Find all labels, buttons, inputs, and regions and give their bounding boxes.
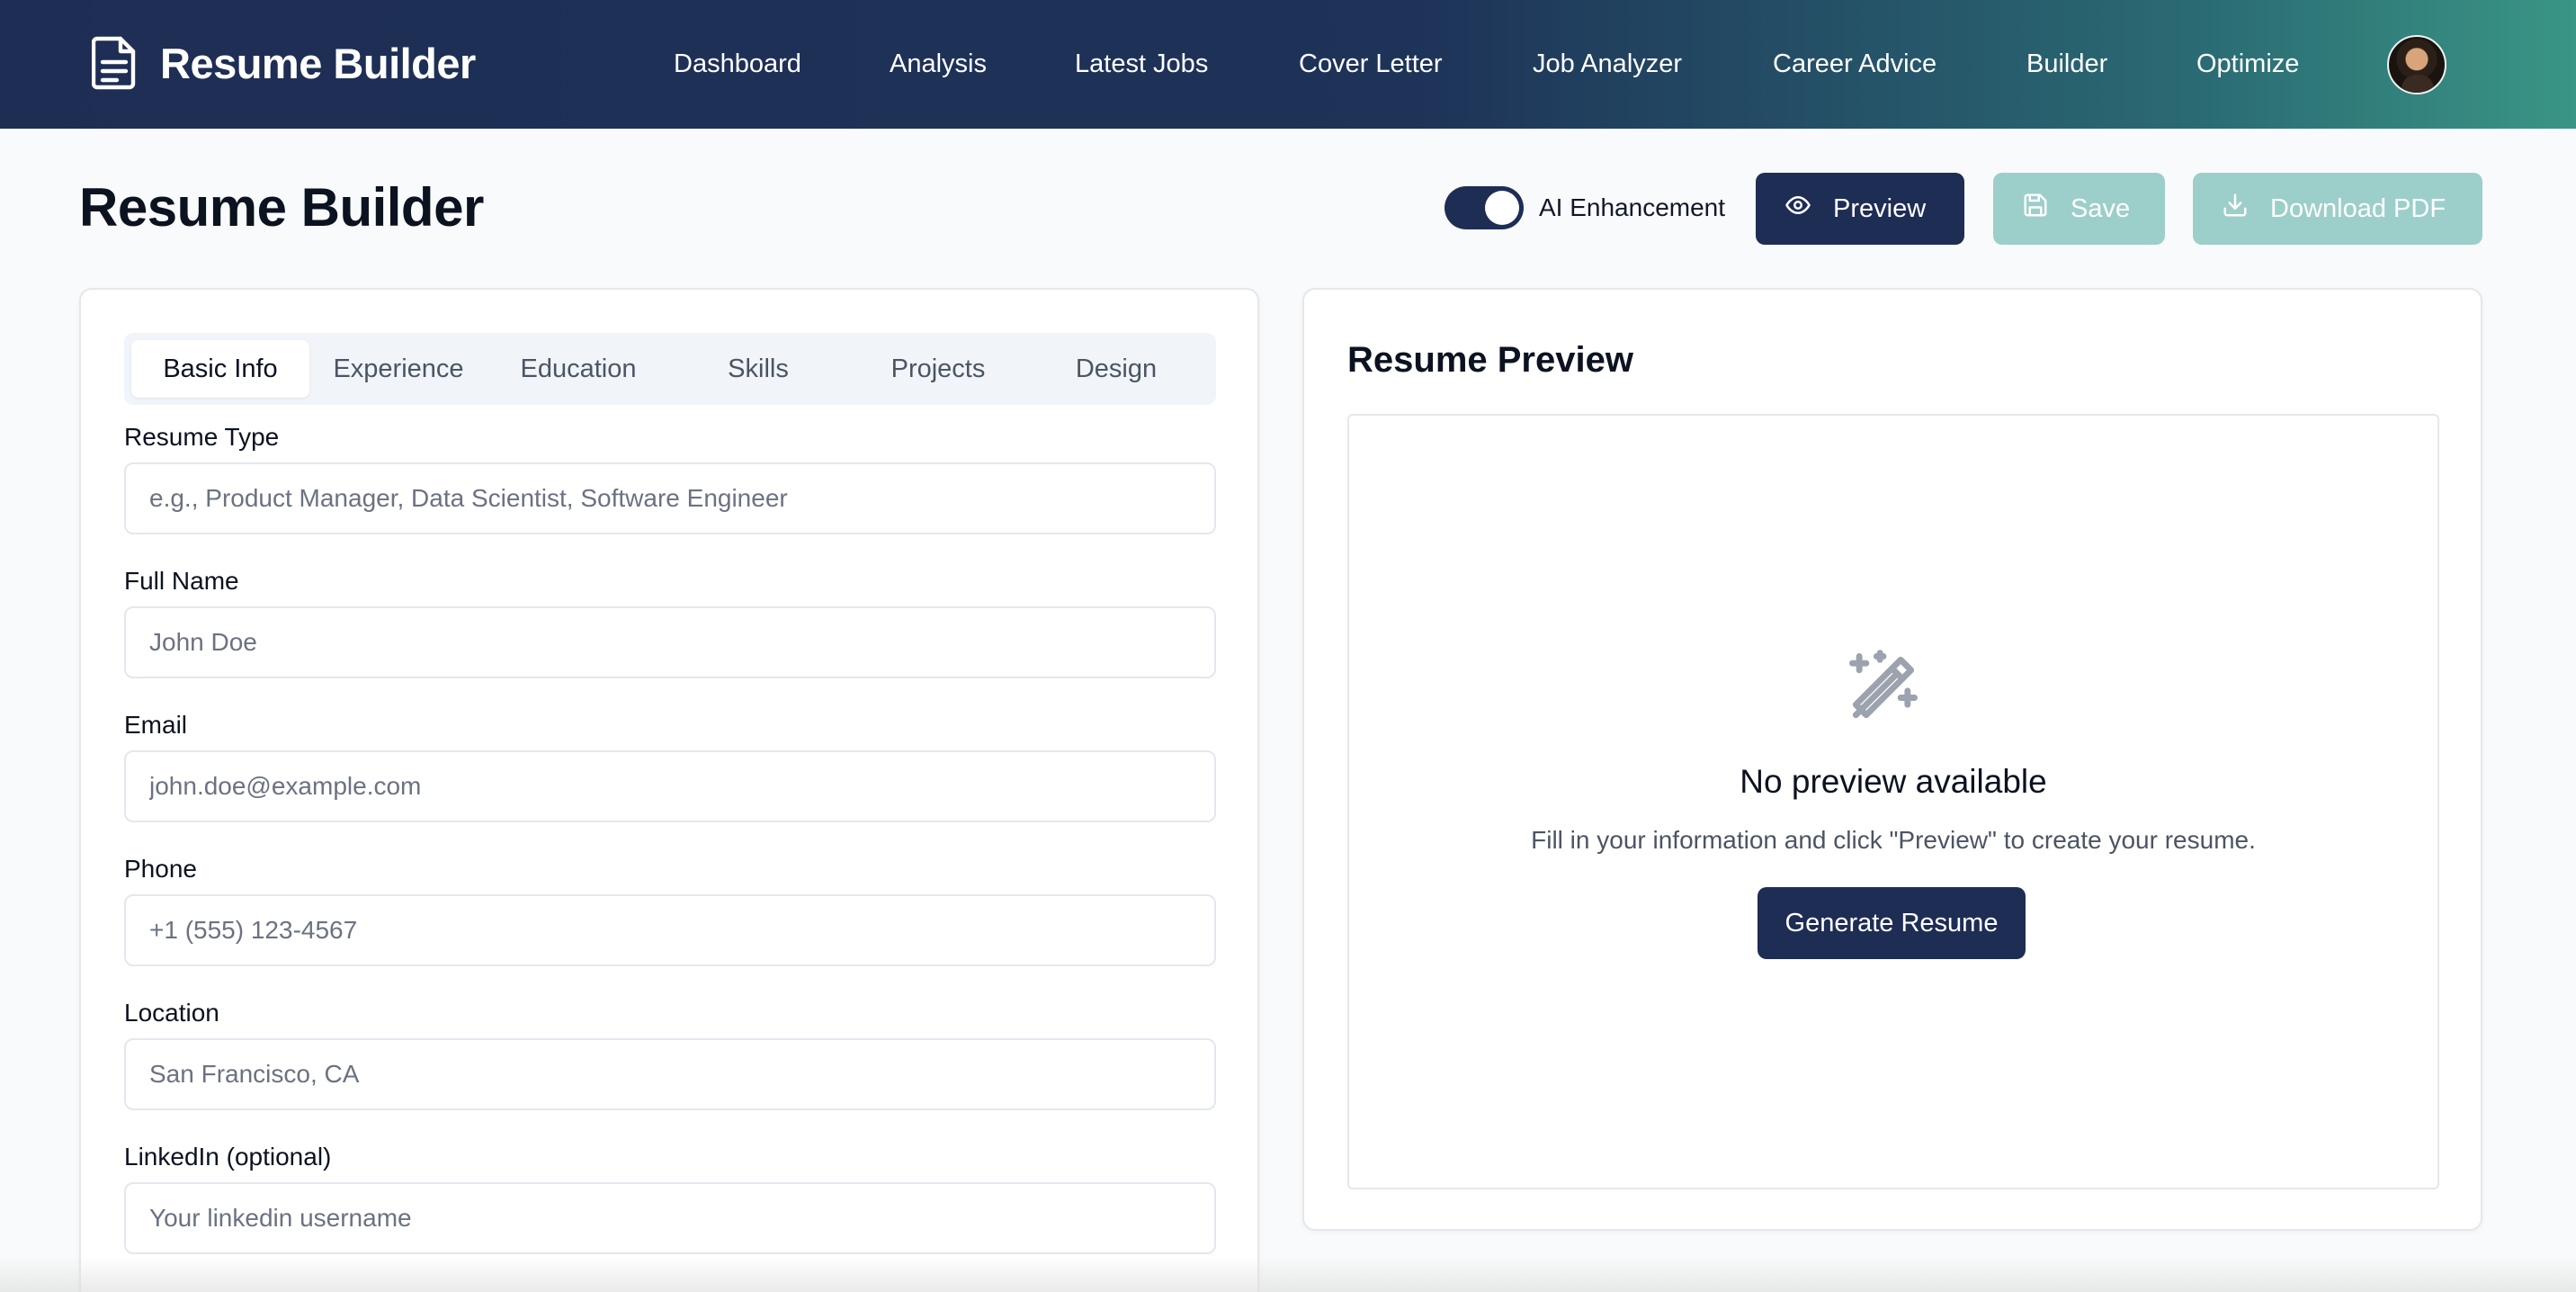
nav-item-career-advice[interactable]: Career Advice (1773, 49, 1936, 79)
preview-heading: Resume Preview (1347, 340, 1633, 380)
nav-item-latest-jobs[interactable]: Latest Jobs (1075, 49, 1208, 79)
no-preview-title: No preview available (1740, 763, 2047, 800)
tab-projects[interactable]: Projects (849, 340, 1027, 398)
tab-education[interactable]: Education (489, 340, 667, 398)
download-pdf-button[interactable]: Download PDF (2193, 173, 2482, 245)
resume-type-label: Resume Type (124, 423, 280, 451)
ai-enhancement-label: AI Enhancement (1539, 193, 1726, 221)
save-icon (2022, 192, 2049, 226)
phone-label: Phone (124, 855, 197, 883)
preview-button[interactable]: Preview (1756, 173, 1964, 245)
nav-item-builder[interactable]: Builder (2026, 49, 2107, 79)
magic-wand-icon (1842, 646, 1925, 729)
phone-input[interactable] (124, 894, 1216, 966)
no-preview-message: Fill in your information and click "Prev… (1531, 826, 2256, 854)
preview-button-label: Preview (1833, 193, 1927, 223)
tab-skills[interactable]: Skills (669, 340, 847, 398)
resume-preview-card: Resume Preview No preview available Fill… (1302, 288, 2482, 1231)
download-icon (2222, 192, 2249, 226)
top-navigation-bar: Resume Builder Dashboard Analysis Latest… (0, 0, 2576, 129)
toggle-knob (1485, 191, 1519, 225)
full-name-label: Full Name (124, 567, 239, 595)
avatar-figure (2402, 75, 2434, 93)
location-input[interactable] (124, 1038, 1216, 1110)
nav-item-job-analyzer[interactable]: Job Analyzer (1533, 49, 1682, 79)
nav-item-dashboard[interactable]: Dashboard (674, 49, 801, 79)
preview-area: No preview available Fill in your inform… (1347, 414, 2439, 1189)
tab-basic-info[interactable]: Basic Info (131, 340, 309, 398)
form-tabs: Basic Info Experience Education Skills P… (124, 333, 1216, 405)
page-title: Resume Builder (79, 177, 484, 238)
email-input[interactable] (124, 750, 1216, 822)
user-avatar[interactable] (2387, 35, 2446, 94)
location-label: Location (124, 999, 219, 1027)
ai-enhancement-toggle[interactable] (1445, 186, 1524, 229)
resume-form-card: Basic Info Experience Education Skills P… (79, 288, 1259, 1292)
document-icon (90, 34, 140, 92)
linkedin-input[interactable] (124, 1182, 1216, 1254)
brand-title: Resume Builder (160, 39, 476, 87)
download-pdf-label: Download PDF (2270, 193, 2446, 223)
save-button-label: Save (2071, 193, 2131, 223)
nav-item-cover-letter[interactable]: Cover Letter (1299, 49, 1443, 79)
nav-item-analysis[interactable]: Analysis (890, 49, 987, 79)
nav-item-optimize[interactable]: Optimize (2196, 49, 2299, 79)
tab-design[interactable]: Design (1027, 340, 1205, 398)
brand[interactable]: Resume Builder (90, 34, 476, 92)
eye-icon (1784, 192, 1811, 226)
full-name-input[interactable] (124, 606, 1216, 678)
linkedin-label: LinkedIn (optional) (124, 1143, 332, 1171)
save-button[interactable]: Save (1993, 173, 2165, 245)
tab-experience[interactable]: Experience (309, 340, 487, 398)
email-label: Email (124, 711, 188, 739)
generate-resume-button[interactable]: Generate Resume (1758, 887, 2026, 959)
resume-type-input[interactable] (124, 462, 1216, 534)
